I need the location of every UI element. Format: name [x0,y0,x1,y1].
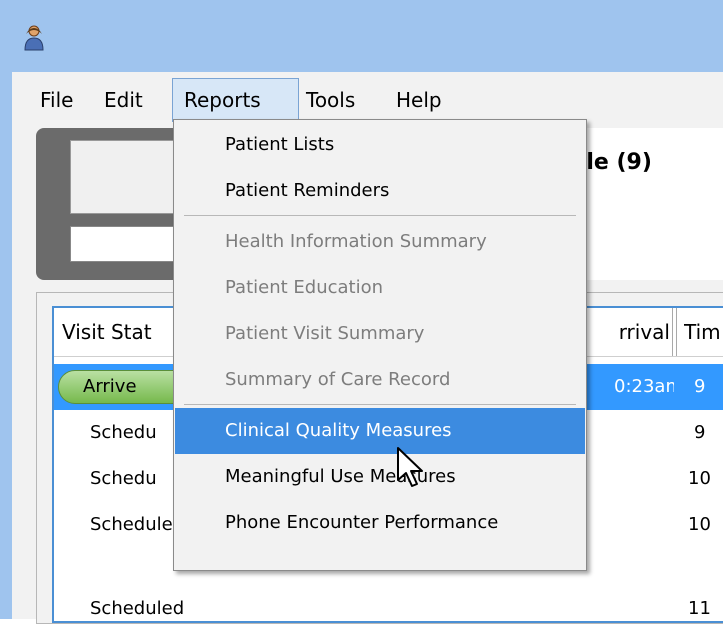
reports-dropdown-menu: Patient Lists Patient Reminders Health I… [173,119,587,571]
column-divider[interactable] [672,308,673,356]
time-cell: 10 [688,514,711,535]
menu-reports[interactable]: Reports [172,78,299,122]
menu-item-phone-encounter-performance[interactable]: Phone Encounter Performance [175,500,585,546]
menu-separator [184,215,576,216]
menu-item-patient-visit-summary[interactable]: Patient Visit Summary [175,311,585,357]
menu-item-meaningful-use-measures[interactable]: Meaningful Use Measures [175,454,585,500]
menu-item-patient-education[interactable]: Patient Education [175,265,585,311]
menu-item-summary-of-care-record[interactable]: Summary of Care Record [175,357,585,403]
time-cell: 11 [688,598,711,619]
time-cell: 9 [694,376,706,397]
column-divider[interactable] [676,308,677,356]
menu-item-clinical-quality-measures[interactable]: Clinical Quality Measures [175,408,585,454]
title-bar [0,0,723,72]
menu-item-patient-lists[interactable]: Patient Lists [175,122,585,168]
menu-item-patient-reminders[interactable]: Patient Reminders [175,168,585,214]
menu-item-health-information-summary[interactable]: Health Information Summary [175,219,585,265]
menu-help[interactable]: Help [396,78,442,122]
status-cell: Scheduled [90,598,185,619]
window-left-border [0,72,12,619]
mouse-pointer-icon [397,447,423,487]
menu-tools[interactable]: Tools [306,78,355,122]
toolbar-button[interactable] [70,140,180,214]
menu-bar: File Edit Reports Tools Help [12,78,723,122]
menu-separator [184,404,576,405]
column-header-arrival[interactable]: rrival [614,308,670,356]
arrival-cell: 0:23am [614,376,674,397]
menu-edit[interactable]: Edit [104,78,143,122]
time-cell: 10 [688,468,711,489]
toolbar-field[interactable] [70,226,180,262]
time-cell: 9 [694,422,706,443]
column-header-time[interactable]: Tim [684,308,723,356]
person-icon [24,25,44,51]
menu-file[interactable]: File [40,78,73,122]
column-header-visit-status[interactable]: Visit Stat [62,308,182,356]
